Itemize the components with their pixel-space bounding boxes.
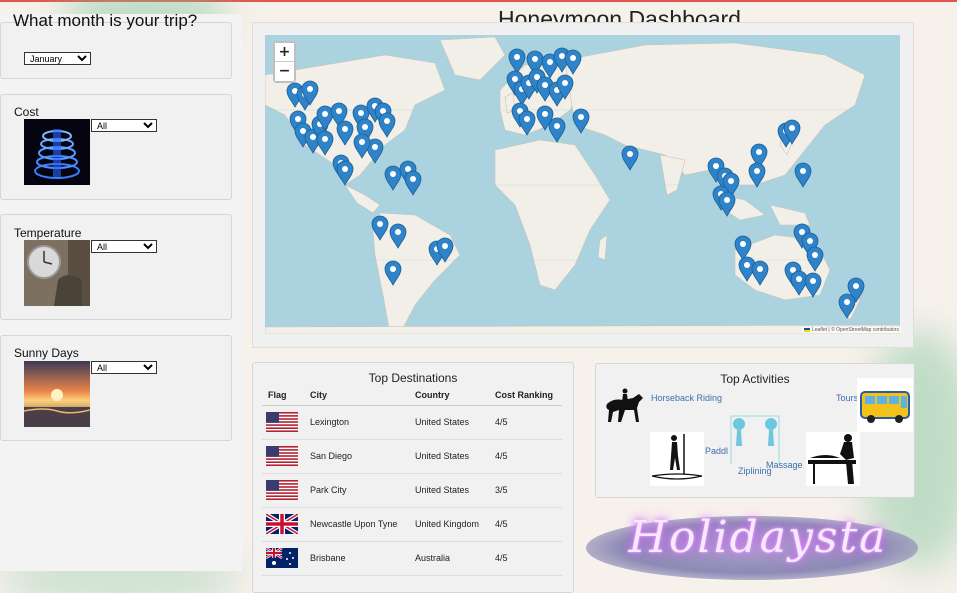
attribution-text: Leaflet | © OpenStreetMap contributors <box>812 327 899 333</box>
cost-cell: 3/5 <box>489 473 562 508</box>
month-select[interactable]: January <box>24 52 91 65</box>
us-flag-icon <box>266 446 298 466</box>
zoom-out-button[interactable]: − <box>275 62 294 81</box>
country-cell: United Kingdom <box>409 507 489 542</box>
destinations-title: Top Destinations <box>368 371 458 385</box>
country-cell: United States <box>409 473 489 508</box>
city-cell: San Diego <box>304 439 409 474</box>
sunny-days-select[interactable]: All <box>91 361 157 374</box>
table-row: Lexington United States 4/5 <box>262 405 562 440</box>
activity-paddle-link[interactable]: Paddl <box>705 446 728 456</box>
massage-icon <box>806 432 860 486</box>
column-header-country: Country <box>409 385 489 406</box>
city-cell: Lexington <box>304 405 409 440</box>
table-row: Newcastle Upon Tyne United Kingdom 4/5 <box>262 507 562 542</box>
holidaysta-logo: Holidaysta <box>628 512 888 563</box>
country-cell: Australia <box>409 541 489 576</box>
city-cell: Brisbane <box>304 541 409 576</box>
map-marker-icon[interactable] <box>794 162 812 188</box>
map-marker-icon[interactable] <box>572 108 590 134</box>
map-attribution[interactable]: Leaflet | © OpenStreetMap contributors <box>802 327 901 333</box>
tour-bus-icon <box>857 378 913 432</box>
activity-massage-link[interactable]: Massage <box>766 460 803 470</box>
us-flag-icon <box>266 480 298 500</box>
zoom-control: + − <box>273 41 296 83</box>
country-cell: United States <box>409 439 489 474</box>
table-row: Park City United States 3/5 <box>262 473 562 508</box>
cost-cell: 4/5 <box>489 541 562 576</box>
cost-select[interactable]: All <box>91 119 157 132</box>
ukraine-flag-icon <box>804 327 810 332</box>
temperature-select[interactable]: All <box>91 240 157 253</box>
cost-cell: 4/5 <box>489 439 562 474</box>
column-header-cost: Cost Ranking <box>489 385 562 406</box>
world-map[interactable] <box>265 35 900 334</box>
uk-flag-icon <box>266 514 298 534</box>
temperature-filter-label: Temperature <box>14 226 82 240</box>
cost-filter-label: Cost <box>14 105 39 119</box>
month-filter-label: What month is your trip? <box>13 11 198 30</box>
cost-cell: 4/5 <box>489 507 562 542</box>
city-cell: Park City <box>304 473 409 508</box>
horse-rider-icon <box>606 388 643 422</box>
column-header-city: City <box>304 385 409 406</box>
map-marker-icon[interactable] <box>621 145 639 171</box>
cost-cell: 4/5 <box>489 405 562 440</box>
city-cell: Newcastle Upon Tyne <box>304 507 409 542</box>
activity-tours-link[interactable]: Tours <box>836 393 858 403</box>
us-flag-icon <box>266 412 298 432</box>
map-tiles <box>265 36 900 334</box>
map-marker-icon[interactable] <box>404 170 422 196</box>
sunny-days-image <box>24 361 90 427</box>
map-marker-icon[interactable] <box>548 117 566 143</box>
sunny-days-filter-label: Sunny Days <box>14 346 79 360</box>
country-cell: United States <box>409 405 489 440</box>
map-marker-icon[interactable] <box>384 165 402 191</box>
zipline-icon <box>730 415 780 464</box>
zoom-in-button[interactable]: + <box>275 43 294 62</box>
temperature-image <box>24 240 90 306</box>
australia-flag-icon <box>266 548 298 568</box>
table-row: San Diego United States 4/5 <box>262 439 562 474</box>
table-row: Brisbane Australia 4/5 <box>262 541 562 576</box>
column-header-flag: Flag <box>262 385 304 406</box>
destinations-table: Flag City Country Cost Ranking Lexington… <box>262 385 562 576</box>
cost-image <box>24 119 90 185</box>
activity-horseback-riding-link[interactable]: Horseback Riding <box>651 393 722 403</box>
paddleboard-icon <box>650 432 704 486</box>
